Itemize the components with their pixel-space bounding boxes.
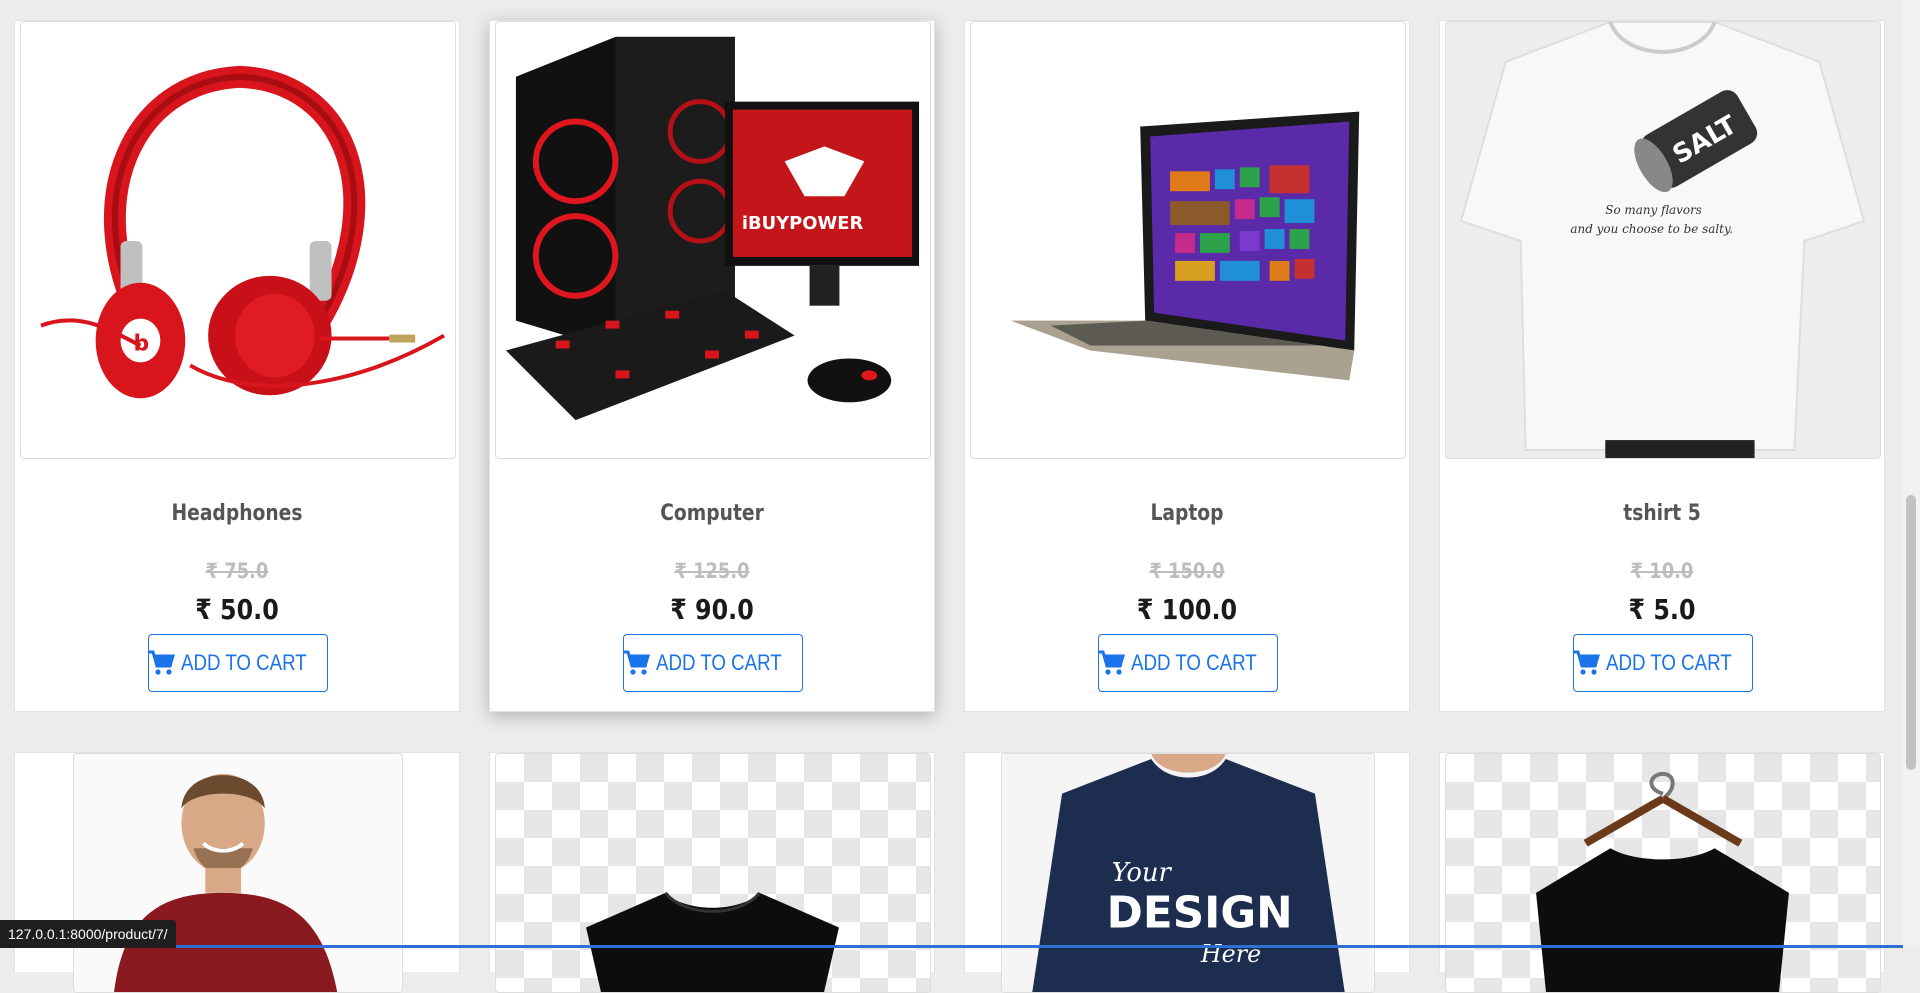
product-price: ₹ 90.0: [670, 593, 754, 626]
product-price: ₹ 5.0: [1628, 593, 1696, 626]
laptop-image[interactable]: [970, 21, 1406, 459]
product-grid-row-2: Your DESIGN Here: [14, 752, 1885, 993]
black-tshirt-image[interactable]: [495, 753, 931, 993]
product-card[interactable]: [1439, 752, 1885, 993]
scrollbar-thumb[interactable]: [1906, 495, 1916, 770]
cart-icon: [148, 650, 176, 675]
red-headphones-image[interactable]: b: [20, 21, 456, 459]
man-maroon-tshirt-image[interactable]: [73, 753, 403, 993]
product-price: ₹ 100.0: [1136, 593, 1238, 626]
cart-icon: [623, 650, 651, 675]
product-card-computer[interactable]: iBUYPOWER Computer ₹ 125.0 ₹ 90.0 ADD TO…: [489, 20, 935, 712]
product-name[interactable]: Computer: [523, 501, 900, 526]
tshirt-print-line-2: and you choose to be salty.: [1570, 222, 1732, 236]
product-price: ₹ 50.0: [195, 593, 279, 626]
product-card-laptop[interactable]: Laptop ₹ 150.0 ₹ 100.0 ADD TO CART: [964, 20, 1410, 712]
product-old-price: ₹ 10.0: [1630, 559, 1694, 583]
add-to-cart-label: ADD TO CART: [181, 650, 307, 675]
product-old-price: ₹ 75.0: [205, 559, 269, 583]
product-old-price: ₹ 125.0: [674, 559, 750, 583]
product-grid-row-1: b Headphones ₹ 75.0 ₹ 50.0 ADD TO CART i…: [14, 20, 1885, 712]
add-to-cart-button[interactable]: ADD TO CART: [1098, 634, 1278, 692]
tshirt-print-line-1: So many flavors: [1605, 203, 1702, 217]
design-text-design: DESIGN: [1107, 889, 1293, 939]
add-to-cart-button[interactable]: ADD TO CART: [1573, 634, 1753, 692]
product-name[interactable]: tshirt 5: [1473, 501, 1850, 526]
page-scrollbar[interactable]: [1903, 0, 1920, 948]
product-card[interactable]: Your DESIGN Here: [964, 752, 1410, 993]
product-name[interactable]: Laptop: [998, 501, 1375, 526]
product-card-headphones[interactable]: b Headphones ₹ 75.0 ₹ 50.0 ADD TO CART: [14, 20, 460, 712]
design-text-your: Your: [1112, 858, 1173, 888]
add-to-cart-label: ADD TO CART: [1606, 650, 1732, 675]
product-card[interactable]: [489, 752, 935, 993]
add-to-cart-button[interactable]: ADD TO CART: [623, 634, 803, 692]
status-bar-url: 127.0.0.1:8000/product/7/: [0, 920, 176, 948]
cart-icon: [1573, 650, 1601, 675]
add-to-cart-label: ADD TO CART: [656, 650, 782, 675]
white-tshirt-image[interactable]: SALT So many flavors and you choose to b…: [1445, 21, 1881, 459]
product-name[interactable]: Headphones: [48, 501, 425, 526]
navy-design-tshirt-image[interactable]: Your DESIGN Here: [1001, 753, 1375, 993]
monitor-brand: iBUYPOWER: [742, 213, 864, 234]
hanger-black-tshirt-image[interactable]: [1445, 753, 1881, 993]
product-old-price: ₹ 150.0: [1149, 559, 1225, 583]
add-to-cart-button[interactable]: ADD TO CART: [148, 634, 328, 692]
product-card-tshirt-5[interactable]: SALT So many flavors and you choose to b…: [1439, 20, 1885, 712]
cart-icon: [1098, 650, 1126, 675]
gaming-computer-image[interactable]: iBUYPOWER: [495, 21, 931, 459]
add-to-cart-label: ADD TO CART: [1131, 650, 1257, 675]
